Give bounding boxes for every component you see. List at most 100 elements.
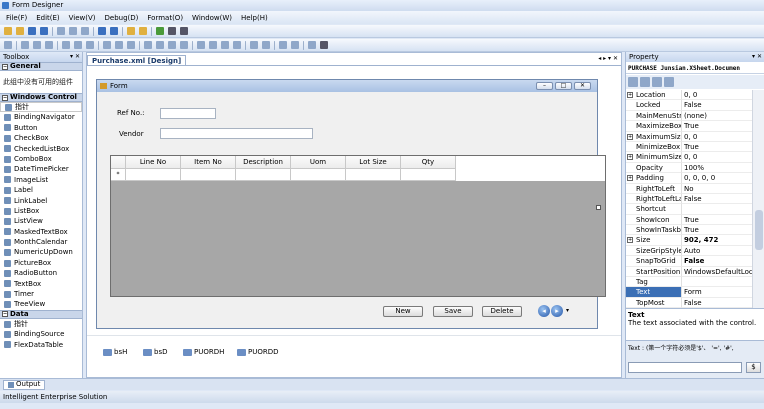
toolbox-item-picturebox[interactable]: PictureBox (0, 258, 82, 268)
grid-cell[interactable] (181, 169, 236, 181)
property-value[interactable]: True (682, 215, 752, 226)
build-icon[interactable] (127, 27, 135, 35)
toolbox-item-listbox[interactable]: ListBox (0, 206, 82, 216)
maximize-button[interactable]: □ (555, 82, 572, 90)
menu-file[interactable]: File(F) (6, 14, 27, 22)
expand-icon[interactable]: + (627, 133, 633, 140)
alphabetical-icon[interactable] (640, 77, 650, 87)
property-value[interactable]: 0, 0 (682, 90, 752, 101)
open-folder-icon[interactable] (16, 27, 24, 35)
align-lefts-icon[interactable] (21, 41, 29, 49)
property-value[interactable]: 0, 0 (682, 152, 752, 163)
align-bottoms-icon[interactable] (86, 41, 94, 49)
property-row-righttoleft[interactable]: RightToLeft No (626, 183, 752, 194)
categorized-icon[interactable] (628, 77, 638, 87)
property-row-maximumsize[interactable]: + MaximumSize 0, 0 (626, 131, 752, 142)
grid-col-description[interactable]: Description (236, 156, 291, 169)
decrease-h-spacing-icon[interactable] (168, 41, 176, 49)
make-same-size-icon[interactable] (127, 41, 135, 49)
property-value[interactable]: False (682, 194, 752, 205)
property-row-minimizebox[interactable]: MinimizeBox True (626, 141, 752, 153)
toolbox-item-label[interactable]: Label (0, 185, 82, 195)
property-row-opacity[interactable]: Opacity 100% (626, 162, 752, 174)
grid-col-qty[interactable]: Qty (401, 156, 456, 169)
property-row-sizegripstyle[interactable]: SizeGripStyle Auto (626, 245, 752, 257)
property-row-maximizebox[interactable]: MaximizeBox True (626, 121, 752, 132)
property-row-showintaskbar[interactable]: ShowInTaskbarTrue (626, 225, 752, 236)
redo-icon[interactable] (110, 27, 118, 35)
toolbox-item-bindingnavigator[interactable]: BindingNavigator (0, 112, 82, 122)
property-value[interactable]: WindowsDefaultLocation (682, 267, 752, 278)
grid-col-lot-size[interactable]: Lot Size (346, 156, 401, 169)
property-row-text[interactable]: Text Form (626, 287, 752, 298)
resize-handle[interactable] (596, 205, 601, 210)
menu-debug[interactable]: Debug(D) (105, 14, 139, 22)
undo-icon[interactable] (98, 27, 106, 35)
toolbox-item-button[interactable]: Button (0, 123, 82, 133)
property-value[interactable]: Form (682, 287, 752, 298)
collapse-icon[interactable]: − (2, 63, 8, 70)
toolbox-item-listview[interactable]: ListView (0, 216, 82, 226)
menu-format[interactable]: Format(O) (147, 14, 183, 22)
pause-icon[interactable] (180, 27, 188, 35)
nav-dropdown-icon[interactable]: ▾ (566, 307, 569, 314)
tab-purchase-design[interactable]: Purchase.xml [Design] (87, 55, 187, 65)
purchase-line-grid[interactable]: Line No Item No Description Uom Lot Size… (110, 155, 606, 297)
grid-cell[interactable] (291, 169, 346, 181)
events-icon[interactable] (664, 77, 674, 87)
center-horizontally-icon[interactable] (250, 41, 258, 49)
grid-new-row[interactable]: * (111, 169, 605, 181)
property-value[interactable]: (none) (682, 111, 752, 122)
align-centers-icon[interactable] (33, 41, 41, 49)
designed-form[interactable]: Form – □ ✕ Ref No.: Vendor Line No Item … (96, 79, 606, 329)
paste-icon[interactable] (81, 27, 89, 35)
property-row-topmost[interactable]: TopMost False (626, 297, 752, 308)
grid-cell[interactable] (236, 169, 291, 181)
toolbox-item-radiobutton[interactable]: RadioButton (0, 268, 82, 278)
toolbox-item-pointer[interactable]: 指针 (0, 102, 82, 113)
toolbox-item-maskedtextbox[interactable]: MaskedTextBox (0, 227, 82, 237)
decrease-v-spacing-icon[interactable] (221, 41, 229, 49)
grid-col-item-no[interactable]: Item No (181, 156, 236, 169)
expand-icon[interactable]: + (627, 92, 633, 98)
expand-icon[interactable]: + (627, 154, 633, 161)
expand-icon[interactable]: + (627, 237, 633, 244)
toolbox-item-textbox[interactable]: TextBox (0, 279, 82, 289)
save-all-icon[interactable] (40, 27, 48, 35)
menu-help[interactable]: Help(H) (241, 14, 268, 22)
align-to-grid-icon[interactable] (4, 41, 12, 49)
property-row-startposition[interactable]: StartPositionWindowsDefaultLocation (626, 266, 752, 278)
remove-h-spacing-icon[interactable] (180, 41, 188, 49)
property-value[interactable]: True (682, 225, 752, 236)
horizontal-spacing-icon[interactable] (144, 41, 152, 49)
properties-icon[interactable] (652, 77, 662, 87)
delete-button[interactable]: Delete (482, 306, 522, 317)
grid-cell[interactable] (401, 169, 456, 181)
toolbox-section-general[interactable]: − General (0, 62, 82, 71)
toolbox-item-linklabel[interactable]: LinkLabel (0, 196, 82, 206)
scrollbar-thumb[interactable] (755, 210, 763, 250)
vendor-input[interactable] (160, 128, 313, 139)
save-icon[interactable] (28, 27, 36, 35)
center-vertically-icon[interactable] (262, 41, 270, 49)
property-value[interactable]: False (682, 298, 752, 308)
property-value[interactable]: False (682, 100, 752, 111)
send-to-back-icon[interactable] (291, 41, 299, 49)
menu-edit[interactable]: Edit(E) (36, 14, 59, 22)
back-nav-icon[interactable]: ◂ (538, 305, 550, 317)
property-value[interactable]: 100% (682, 163, 752, 174)
toolbox-item-treeview[interactable]: TreeView (0, 299, 82, 309)
tray-item-puordh[interactable]: PUORDH (183, 348, 224, 356)
property-value[interactable]: True (682, 121, 752, 132)
refno-input[interactable] (160, 108, 216, 119)
pin-icon[interactable]: ▾ ✕ (752, 52, 762, 62)
property-scrollbar[interactable] (752, 90, 764, 308)
toolbox-item-imagelist[interactable]: ImageList (0, 175, 82, 185)
menu-view[interactable]: View(V) (69, 14, 96, 22)
property-row-mainmenustrip[interactable]: MainMenuStrip(none) (626, 110, 752, 122)
grid-col-line-no[interactable]: Line No (126, 156, 181, 169)
object-selector[interactable]: PURCHASE Junsian.XSheet.Documen (626, 64, 764, 74)
remove-v-spacing-icon[interactable] (233, 41, 241, 49)
toolbox-item-timer[interactable]: Timer (0, 289, 82, 299)
increase-h-spacing-icon[interactable] (156, 41, 164, 49)
